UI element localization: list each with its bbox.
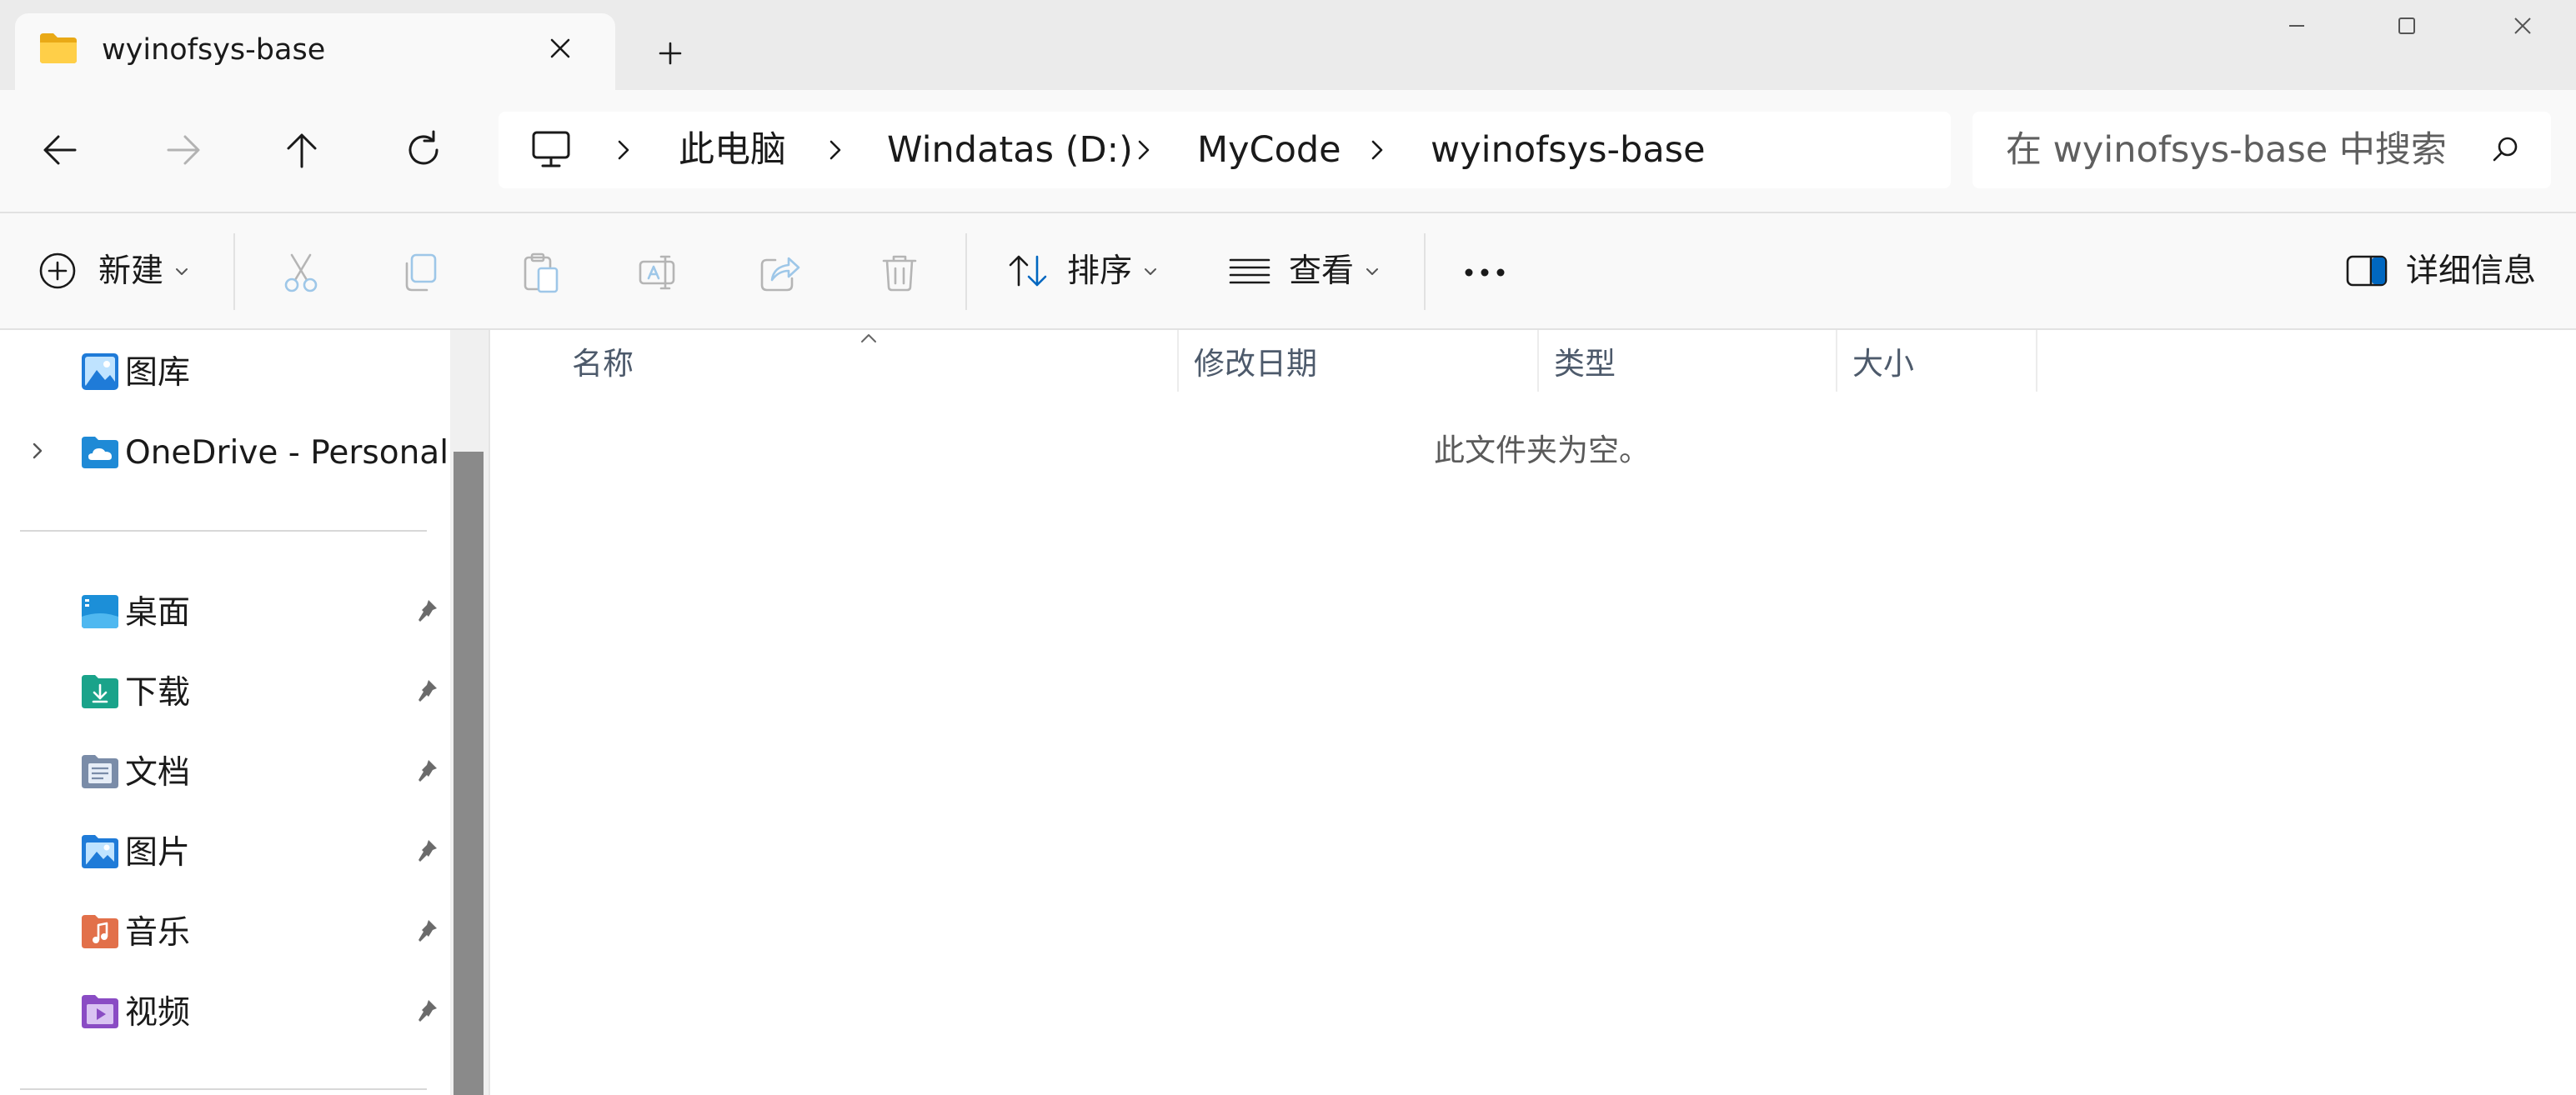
sidebar-item-documents[interactable]: 文档 bbox=[0, 750, 442, 802]
divider bbox=[20, 530, 427, 532]
column-separator[interactable] bbox=[1177, 330, 1179, 392]
chevron-down-icon bbox=[172, 262, 192, 282]
add-circle-icon bbox=[35, 248, 80, 293]
chevron-down-icon bbox=[1362, 262, 1382, 282]
downloads-folder-icon bbox=[78, 672, 122, 712]
new-button[interactable]: 新建 bbox=[30, 245, 222, 298]
sidebar-item-label: OneDrive - Personal bbox=[125, 434, 449, 472]
minimize-icon[interactable] bbox=[2268, 0, 2324, 53]
empty-folder-message: 此文件夹为空。 bbox=[1434, 432, 1650, 468]
file-list-pane[interactable]: 名称 修改日期 类型 大小 此文件夹为空。 bbox=[490, 330, 2576, 1095]
view-label: 查看 bbox=[1289, 252, 1355, 290]
separator bbox=[1424, 233, 1426, 310]
details-pane-icon bbox=[2344, 248, 2389, 293]
folder-icon bbox=[38, 32, 78, 65]
pin-icon[interactable] bbox=[412, 837, 440, 865]
breadcrumb-mycode[interactable]: MyCode bbox=[1197, 128, 1341, 172]
cut-icon[interactable] bbox=[278, 250, 323, 295]
music-folder-icon bbox=[78, 912, 122, 952]
list-view-icon bbox=[1227, 248, 1272, 293]
pin-icon[interactable] bbox=[412, 917, 440, 945]
chevron-down-icon bbox=[1140, 262, 1160, 282]
navigation-bar: 此电脑 Windatas (D:) MyCode wyinofsys-base … bbox=[0, 90, 2576, 212]
sidebar-item-label: 图片 bbox=[125, 834, 191, 872]
sidebar-item-desktop[interactable]: 桌面 bbox=[0, 590, 442, 642]
more-options-icon[interactable] bbox=[1461, 250, 1509, 295]
pin-icon[interactable] bbox=[412, 597, 440, 625]
computer-icon[interactable] bbox=[530, 128, 572, 170]
chevron-right-icon[interactable] bbox=[1127, 133, 1160, 167]
sort-arrows-icon bbox=[1005, 248, 1050, 293]
forward-arrow-icon[interactable] bbox=[150, 117, 217, 183]
pin-icon[interactable] bbox=[412, 757, 440, 785]
sidebar-item-label: 文档 bbox=[125, 754, 191, 792]
sidebar-item-music[interactable]: 音乐 bbox=[0, 910, 442, 962]
desktop-folder-icon bbox=[78, 592, 122, 632]
column-header-size[interactable]: 大小 bbox=[1852, 345, 1914, 383]
details-pane-button[interactable]: 详细信息 bbox=[2341, 245, 2558, 298]
sidebar-item-label: 图库 bbox=[125, 354, 191, 392]
sidebar-item-gallery[interactable]: 图库 bbox=[0, 350, 442, 402]
command-bar: 新建 排序 查看 详细信息 bbox=[0, 213, 2576, 328]
pin-icon[interactable] bbox=[412, 997, 440, 1025]
back-arrow-icon[interactable] bbox=[28, 117, 95, 183]
divider bbox=[20, 1088, 427, 1090]
sort-button[interactable]: 排序 bbox=[1002, 245, 1169, 298]
search-input[interactable]: 在 wyinofsys-base 中搜索 bbox=[2006, 128, 2447, 172]
delete-icon[interactable] bbox=[877, 250, 922, 295]
videos-folder-icon bbox=[78, 992, 122, 1032]
sidebar-item-videos[interactable]: 视频 bbox=[0, 990, 442, 1042]
copy-icon[interactable] bbox=[398, 250, 444, 295]
pictures-folder-icon bbox=[78, 832, 122, 872]
navigation-pane: 图库 OneDrive - Personal 桌面 下载 文档 图片 音乐 视频 bbox=[0, 330, 489, 1095]
pin-icon[interactable] bbox=[412, 677, 440, 705]
column-separator[interactable] bbox=[1537, 330, 1539, 392]
chevron-right-icon[interactable] bbox=[1361, 133, 1394, 167]
breadcrumb-current-folder[interactable]: wyinofsys-base bbox=[1431, 128, 1706, 172]
breadcrumb-this-pc[interactable]: 此电脑 bbox=[679, 128, 786, 172]
chevron-right-icon[interactable] bbox=[607, 133, 640, 167]
title-bar: wyinofsys-base bbox=[0, 0, 2576, 90]
paste-icon[interactable] bbox=[519, 250, 564, 295]
address-bar[interactable]: 此电脑 Windatas (D:) MyCode wyinofsys-base bbox=[499, 112, 1951, 188]
tab-active[interactable]: wyinofsys-base bbox=[15, 13, 615, 90]
new-tab-icon[interactable] bbox=[650, 33, 690, 73]
close-window-icon[interactable] bbox=[2494, 0, 2551, 53]
sidebar-item-label: 桌面 bbox=[125, 594, 191, 632]
sidebar-item-downloads[interactable]: 下载 bbox=[0, 670, 442, 722]
chevron-right-icon[interactable] bbox=[25, 438, 50, 463]
search-icon[interactable] bbox=[2489, 133, 2523, 167]
view-button[interactable]: 查看 bbox=[1224, 245, 1391, 298]
chevron-right-icon[interactable] bbox=[819, 133, 852, 167]
tab-title: wyinofsys-base bbox=[102, 33, 326, 67]
share-icon[interactable] bbox=[757, 250, 802, 295]
close-tab-icon[interactable] bbox=[542, 30, 579, 67]
sidebar-item-label: 视频 bbox=[125, 994, 191, 1032]
breadcrumb-drive[interactable]: Windatas (D:) bbox=[887, 128, 1133, 172]
column-separator[interactable] bbox=[2036, 330, 2037, 392]
refresh-icon[interactable] bbox=[390, 117, 457, 183]
column-separator[interactable] bbox=[1836, 330, 1837, 392]
sidebar-item-label: 音乐 bbox=[125, 914, 191, 952]
search-box[interactable]: 在 wyinofsys-base 中搜索 bbox=[1972, 112, 2551, 188]
column-header-type[interactable]: 类型 bbox=[1554, 345, 1616, 383]
sidebar-item-label: 下载 bbox=[125, 674, 191, 712]
sidebar-item-pictures[interactable]: 图片 bbox=[0, 830, 442, 882]
rename-icon[interactable] bbox=[637, 250, 682, 295]
up-arrow-icon[interactable] bbox=[268, 117, 335, 183]
separator bbox=[233, 233, 235, 310]
new-label: 新建 bbox=[98, 252, 164, 290]
column-header-date-modified[interactable]: 修改日期 bbox=[1194, 345, 1317, 383]
scrollbar-thumb[interactable] bbox=[454, 452, 484, 1095]
maximize-icon[interactable] bbox=[2378, 0, 2434, 53]
sidebar-item-onedrive[interactable]: OneDrive - Personal bbox=[0, 430, 449, 482]
details-label: 详细信息 bbox=[2406, 252, 2537, 290]
separator bbox=[965, 233, 967, 310]
gallery-icon bbox=[78, 352, 122, 392]
sort-label: 排序 bbox=[1067, 252, 1133, 290]
column-header-name[interactable]: 名称 bbox=[572, 345, 634, 383]
sort-ascending-icon bbox=[857, 330, 880, 347]
onedrive-icon bbox=[78, 432, 122, 472]
documents-folder-icon bbox=[78, 752, 122, 792]
